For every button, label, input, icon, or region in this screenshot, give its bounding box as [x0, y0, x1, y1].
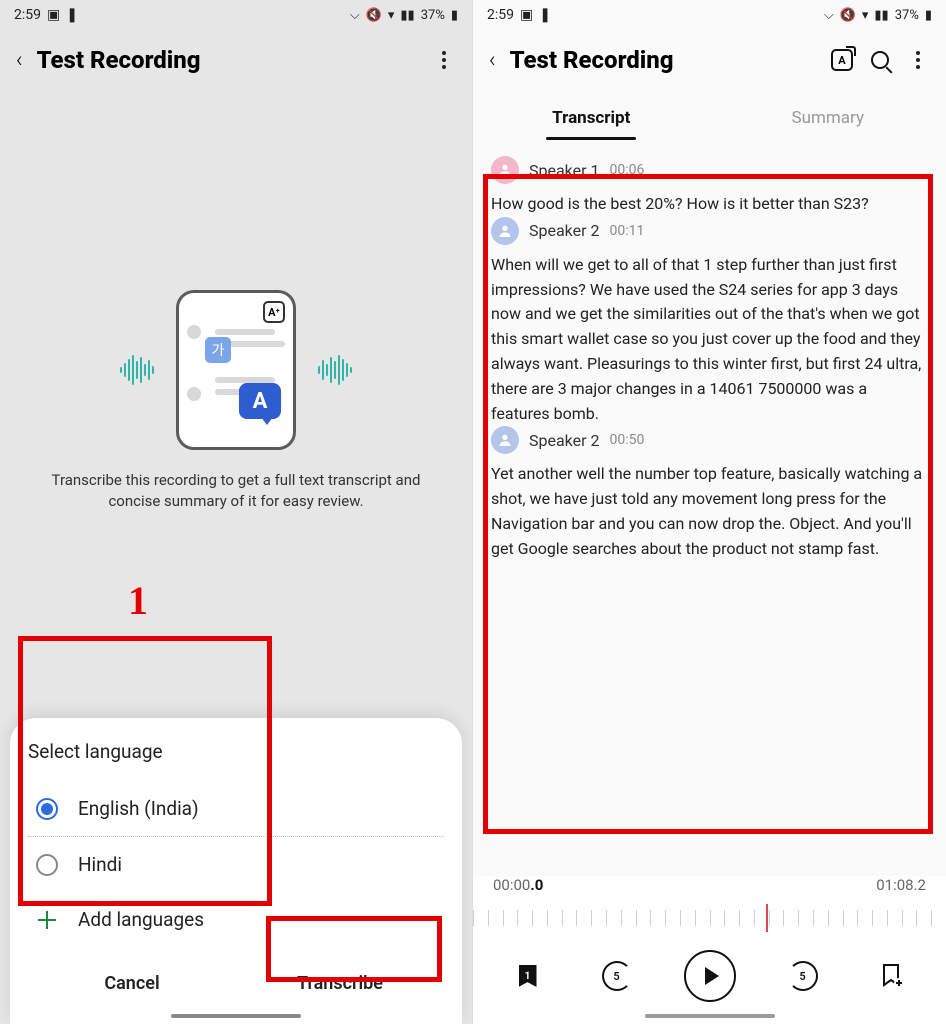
search-button[interactable]	[868, 48, 892, 72]
phone-left: 2:59 ▣ ❚ ⌵ 🔇 ▾ ▮▮ 37% ▮ ‹ Test Recording	[0, 0, 473, 1024]
timeline[interactable]	[473, 900, 946, 936]
transcribe-illustration: A⁺ 가 A	[126, 290, 346, 450]
gesture-bar	[645, 1014, 775, 1018]
timeline-ticks	[473, 910, 946, 926]
wifi-icon: ▾	[862, 8, 869, 23]
korean-char-icon: 가	[205, 337, 231, 363]
more-icon	[916, 51, 920, 69]
mute-icon: 🔇	[840, 8, 856, 23]
bluetooth-icon: ⌵	[824, 8, 834, 23]
speaker-time: 00:06	[610, 162, 645, 178]
signal-icon: ▮▮	[874, 8, 888, 23]
battery-icon: ▮	[925, 8, 932, 23]
status-time: 2:59	[487, 7, 514, 23]
speaker-name: Speaker 2	[529, 221, 600, 240]
utterance-text[interactable]: Yet another well the number top feature,…	[491, 462, 928, 561]
tab-transcript[interactable]: Transcript	[473, 98, 710, 138]
status-bar: 2:59 ▣ ❚ ⌵ 🔇 ▾ ▮▮ 37% ▮	[0, 0, 472, 30]
speaker-name: Speaker 1	[529, 161, 600, 180]
skip-back-icon: 5	[602, 961, 632, 991]
avatar-icon	[491, 156, 519, 184]
time-total: 01:08.2	[876, 876, 926, 894]
add-lang-label: Add languages	[78, 908, 204, 931]
cancel-button[interactable]: Cancel	[28, 957, 236, 1010]
status-bulb-icon: ❚	[539, 7, 551, 23]
player: 00:00.0 01:08.2 1 5	[473, 876, 946, 1024]
speaker-name: Speaker 2	[529, 431, 600, 450]
gesture-bar	[171, 1014, 301, 1018]
tab-bar: Transcript Summary	[473, 90, 946, 138]
skip-forward-icon: 5	[788, 961, 818, 991]
utterance-text[interactable]: How good is the best 20%? How is it bett…	[491, 192, 928, 217]
translate-button[interactable]: A	[830, 48, 854, 72]
play-icon	[705, 967, 719, 985]
more-button[interactable]	[906, 48, 930, 72]
avatar-icon	[491, 217, 519, 245]
lang-label: Hindi	[78, 853, 122, 876]
play-button[interactable]	[684, 950, 736, 1002]
annotation-number-1: 1	[128, 577, 148, 624]
latin-char-icon: A	[239, 383, 281, 419]
status-image-icon: ▣	[520, 7, 533, 23]
avatar-icon	[491, 426, 519, 454]
transcript-segment: Speaker 2 00:11 When will we get to all …	[491, 217, 928, 427]
speaker-time: 00:50	[610, 432, 645, 448]
plus-icon	[36, 909, 58, 931]
back-button[interactable]: ‹	[489, 48, 496, 73]
radio-unselected-icon	[36, 854, 58, 876]
page-title: Test Recording	[37, 46, 418, 74]
bluetooth-icon: ⌵	[350, 8, 360, 23]
time-bar: 00:00.0 01:08.2	[473, 876, 946, 894]
back-button[interactable]: ‹	[16, 48, 23, 73]
status-time: 2:59	[14, 7, 41, 23]
skip-forward-button[interactable]: 5	[781, 954, 825, 998]
more-icon	[442, 51, 446, 69]
status-image-icon: ▣	[47, 7, 60, 23]
wave-right-icon	[318, 355, 352, 385]
sheet-button-row: Cancel Transcribe	[28, 957, 444, 1010]
tab-summary[interactable]: Summary	[710, 98, 946, 138]
speaker-time: 00:11	[610, 223, 645, 239]
time-current: 00:00.0	[493, 876, 543, 894]
signal-icon: ▮▮	[400, 8, 414, 23]
battery-icon: ▮	[451, 8, 458, 23]
lang-label: English (India)	[78, 797, 199, 820]
phone-right: 2:59 ▣ ❚ ⌵ 🔇 ▾ ▮▮ 37% ▮ ‹ Test Recording…	[473, 0, 946, 1024]
lang-option-hindi[interactable]: Hindi	[28, 837, 444, 892]
phone-graphic: A⁺ 가 A	[176, 290, 296, 450]
more-button[interactable]	[432, 48, 456, 72]
illustration-area: A⁺ 가 A Transcribe this recording to get …	[0, 290, 472, 512]
status-bar: 2:59 ▣ ❚ ⌵ 🔇 ▾ ▮▮ 37% ▮	[473, 0, 946, 30]
bookmark-button[interactable]: 1	[506, 954, 550, 998]
mute-icon: 🔇	[366, 8, 382, 23]
battery-pct: 37%	[421, 8, 445, 23]
bookmark-add-button[interactable]	[870, 954, 914, 998]
transcript-area: Speaker 1 00:06 How good is the best 20%…	[473, 138, 946, 570]
transcript-segment: Speaker 2 00:50 Yet another well the num…	[491, 426, 928, 561]
transcribe-description: Transcribe this recording to get a full …	[20, 470, 452, 512]
playhead[interactable]	[766, 904, 768, 932]
translate-icon: A	[831, 49, 853, 71]
header-right: ‹ Test Recording A	[473, 30, 946, 90]
battery-pct: 37%	[895, 8, 919, 23]
transcript-segment: Speaker 1 00:06 How good is the best 20%…	[491, 156, 928, 217]
wave-left-icon	[120, 355, 154, 385]
wifi-icon: ▾	[388, 8, 395, 23]
bookmark-add-icon	[881, 963, 903, 989]
bookmark-icon: 1	[519, 965, 537, 987]
header-left: ‹ Test Recording	[0, 30, 472, 90]
radio-selected-icon	[36, 798, 58, 820]
transcribe-button[interactable]: Transcribe	[236, 957, 444, 1010]
status-bulb-icon: ❚	[66, 7, 78, 23]
page-title: Test Recording	[510, 46, 816, 74]
add-languages-row[interactable]: Add languages	[28, 892, 444, 947]
player-controls: 1 5 5	[473, 942, 946, 1024]
translate-badge-icon: A⁺	[263, 301, 285, 323]
search-icon	[871, 51, 889, 69]
language-sheet: Select language English (India) Hindi Ad…	[10, 718, 462, 1024]
lang-option-english[interactable]: English (India)	[28, 781, 444, 837]
utterance-text[interactable]: When will we get to all of that 1 step f…	[491, 253, 928, 427]
skip-back-button[interactable]: 5	[595, 954, 639, 998]
sheet-title: Select language	[28, 740, 444, 763]
